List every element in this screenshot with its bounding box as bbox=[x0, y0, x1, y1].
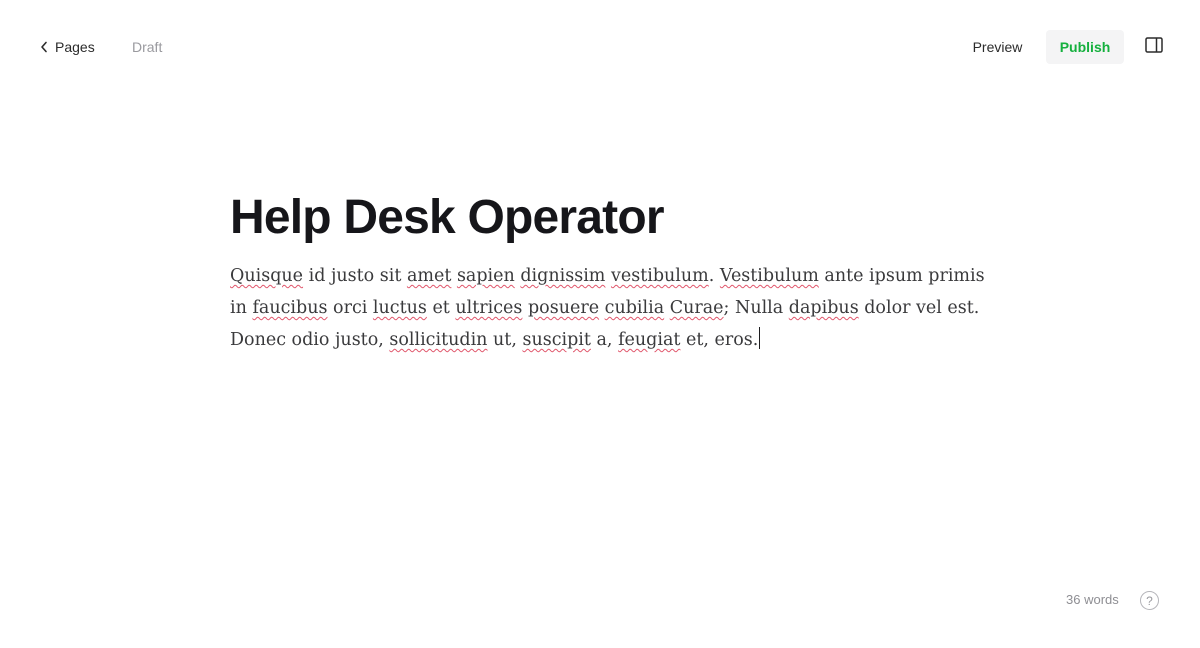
misspelled-word: dignissim bbox=[520, 266, 606, 286]
misspelled-word: faucibus bbox=[252, 298, 328, 318]
publish-button[interactable]: Publish bbox=[1046, 30, 1124, 64]
text-cursor bbox=[759, 327, 761, 349]
misspelled-word: ultrices bbox=[455, 298, 523, 318]
body-text-run: orci bbox=[327, 298, 373, 318]
body-text-run: . bbox=[708, 266, 720, 286]
misspelled-word: Quisque bbox=[230, 266, 304, 286]
body-text-run: et bbox=[426, 298, 456, 318]
misspelled-word: dapibus bbox=[788, 298, 859, 318]
misspelled-word: Vestibulum bbox=[719, 266, 819, 286]
misspelled-word: suscipit bbox=[522, 330, 591, 350]
help-circle-icon: ? bbox=[1146, 593, 1153, 608]
editor[interactable]: Help Desk Operator Quisque id justo sit … bbox=[230, 180, 990, 356]
body-text-run: et, eros. bbox=[680, 330, 759, 350]
body-text-run: a, bbox=[590, 330, 619, 350]
misspelled-word: sollicitudin bbox=[389, 330, 488, 350]
misspelled-word: posuere bbox=[527, 298, 600, 318]
top-bar: Pages Draft Preview Publish bbox=[0, 0, 1200, 94]
body-text-run: id justo sit bbox=[303, 266, 407, 286]
misspelled-word: Curae bbox=[669, 298, 724, 318]
help-button[interactable]: ? bbox=[1140, 591, 1159, 610]
body-text-run: ut, bbox=[487, 330, 523, 350]
sidebar-toggle-button[interactable] bbox=[1142, 35, 1166, 59]
back-link-label: Pages bbox=[55, 39, 95, 55]
misspelled-word: cubilia bbox=[604, 298, 665, 318]
chevron-left-icon bbox=[40, 41, 48, 53]
sidebar-panel-icon bbox=[1145, 36, 1163, 58]
body-text-run: ; Nulla bbox=[723, 298, 789, 318]
misspelled-word: amet bbox=[406, 266, 452, 286]
page-title[interactable]: Help Desk Operator bbox=[230, 180, 990, 256]
misspelled-word: vestibulum bbox=[610, 266, 709, 286]
misspelled-word: sapien bbox=[456, 266, 515, 286]
draft-status: Draft bbox=[132, 39, 163, 55]
word-count: 36 words bbox=[1066, 592, 1119, 607]
body-paragraph[interactable]: Quisque id justo sit amet sapien digniss… bbox=[230, 260, 990, 356]
back-to-pages-link[interactable]: Pages bbox=[40, 36, 95, 58]
misspelled-word: luctus bbox=[372, 298, 427, 318]
preview-button[interactable]: Preview bbox=[960, 30, 1035, 64]
misspelled-word: feugiat bbox=[618, 330, 681, 350]
